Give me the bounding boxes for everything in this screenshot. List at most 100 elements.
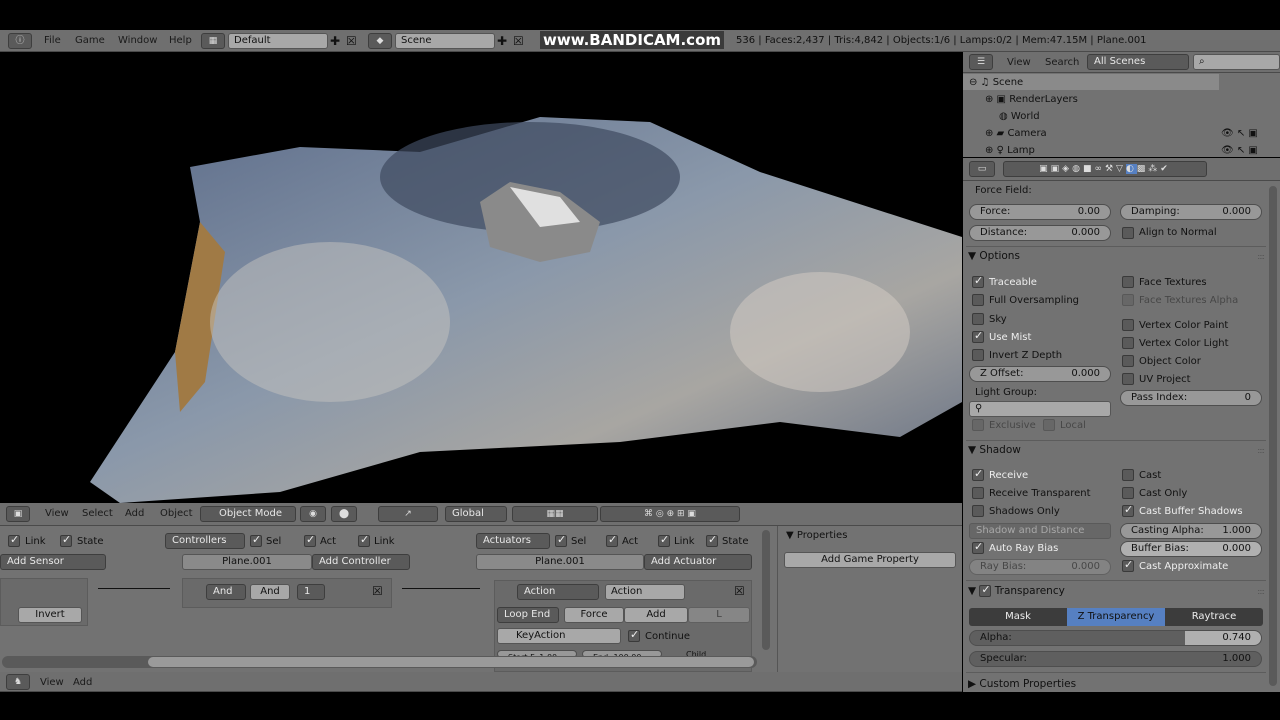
horizontal-scrollbar[interactable] (2, 656, 757, 668)
remove-scene-icon[interactable]: ☒ (513, 34, 524, 48)
mode-select[interactable]: Object Mode (200, 506, 296, 522)
outliner-item-renderlayers[interactable]: ⊕ ▣ RenderLayers (985, 94, 1078, 105)
menu-view[interactable]: View (1007, 57, 1031, 68)
editor-type-icon[interactable]: ▣ (6, 506, 30, 522)
scene-icon[interactable]: ◆ (368, 33, 392, 49)
actuators-select[interactable]: Actuators (476, 533, 550, 549)
layout-icon[interactable]: ▦ (201, 33, 225, 49)
search-icon: ⌕ (1199, 56, 1205, 67)
action-field[interactable]: KeyAction (497, 628, 621, 644)
info-editor-icon[interactable]: ⓘ (8, 33, 32, 49)
menu-view[interactable]: View (45, 508, 69, 519)
local-button[interactable]: L (688, 607, 750, 623)
outliner-item-scene[interactable]: ⊖ ♫ Scene (969, 77, 1023, 88)
ctrl-sel-label: Sel (266, 536, 282, 547)
add-button[interactable]: Add (624, 607, 688, 623)
ctrl-act-label: Act (320, 536, 337, 547)
actuator-name-input[interactable]: Action (605, 584, 685, 600)
logic-editor-icon[interactable]: ♞ (6, 674, 30, 690)
vertical-scrollbar[interactable] (762, 530, 770, 650)
layout-select[interactable]: Default (228, 33, 328, 49)
menu-game[interactable]: Game (75, 35, 105, 46)
outliner: ☰ View Search All Scenes ⌕ ⊖ ♫ Scene ⊕ ▣… (963, 52, 1280, 157)
properties-header: ▭ ▣▣◈◍■∞⚒▽◐▩⁂✔ (963, 158, 1280, 181)
snap-icon[interactable]: ⌘ ◎ ⊕ ⊞ ▣ (600, 506, 740, 522)
logic-editor: Link State Add Sensor Invert Controllers… (0, 526, 777, 672)
play-mode-select[interactable]: Loop End (497, 607, 559, 623)
act-state-label: State (722, 536, 749, 547)
menu-add[interactable]: Add (73, 677, 92, 688)
sensor-link-label: Link (25, 536, 46, 547)
link-line (402, 588, 480, 589)
menu-view[interactable]: View (40, 677, 64, 688)
scene-filter-select[interactable]: All Scenes (1087, 54, 1189, 70)
ctrl-sel-checkbox[interactable] (250, 533, 262, 547)
properties-scrollbar[interactable] (1269, 186, 1277, 686)
3d-view-header: ▣ View Select Add Object Object Mode ◉ ⬤… (0, 503, 962, 526)
act-act-checkbox[interactable] (606, 533, 618, 547)
ctrl-act-checkbox[interactable] (304, 533, 316, 547)
outliner-item-lamp[interactable]: ⊕ ♀ Lamp (985, 145, 1035, 156)
item-label: RenderLayers (1009, 94, 1078, 105)
menu-file[interactable]: File (44, 35, 61, 46)
add-layout-icon[interactable]: ✚ (330, 34, 340, 48)
invert-button[interactable]: Invert (18, 607, 82, 623)
act-link-checkbox[interactable] (658, 533, 670, 547)
outliner-item-world[interactable]: ◍ World (999, 111, 1040, 122)
actuator-object: Plane.001 (476, 554, 644, 570)
item-label: Scene (992, 77, 1024, 88)
menu-help[interactable]: Help (169, 35, 192, 46)
item-label: Lamp (1007, 145, 1035, 156)
act-state-checkbox[interactable] (706, 533, 718, 547)
menu-add[interactable]: Add (125, 508, 144, 519)
menu-select[interactable]: Select (82, 508, 113, 519)
act-sel-checkbox[interactable] (555, 533, 567, 547)
visibility-icon[interactable]: 👁 ↖ ▣ (1221, 128, 1258, 139)
controller-type-select[interactable]: And (206, 584, 246, 600)
controller-state[interactable]: 1 (297, 584, 325, 600)
info-header: ⓘ File Game Window Help ▦ Default ✚ ☒ ◆ … (0, 30, 1280, 52)
context-tabs[interactable]: ▣▣◈◍■∞⚒▽◐▩⁂✔ (1003, 161, 1207, 177)
pivot-icon[interactable]: ⬤ (331, 506, 357, 522)
force-button[interactable]: Force (564, 607, 624, 623)
properties-icon[interactable]: ▭ (969, 161, 995, 177)
outliner-icon[interactable]: ☰ (969, 54, 993, 70)
controllers-select[interactable]: Controllers (165, 533, 245, 549)
remove-layout-icon[interactable]: ☒ (346, 34, 357, 48)
add-controller-select[interactable]: Add Controller (312, 554, 410, 570)
controller-object: Plane.001 (182, 554, 312, 570)
menu-search[interactable]: Search (1045, 57, 1079, 68)
controller-name-input[interactable]: And (250, 584, 290, 600)
add-scene-icon[interactable]: ✚ (497, 34, 507, 48)
properties-editor: ▭ ▣▣◈◍■∞⚒▽◐▩⁂✔ (963, 158, 1280, 692)
sensor-state-label: State (77, 536, 104, 547)
add-sensor-select[interactable]: Add Sensor (0, 554, 106, 570)
outliner-item-camera[interactable]: ⊕ ▰ Camera (985, 128, 1047, 139)
act-link-label: Link (674, 536, 695, 547)
logic-footer: ♞ View Add (0, 672, 962, 692)
visibility-icon[interactable]: 👁 ↖ ▣ (1221, 145, 1258, 156)
scene-select[interactable]: Scene (395, 33, 495, 49)
shading-icon[interactable]: ◉ (300, 506, 326, 522)
properties-title: Properties (796, 530, 848, 541)
3d-viewport[interactable] (0, 52, 962, 503)
menu-object[interactable]: Object (160, 508, 193, 519)
close-icon[interactable]: ☒ (372, 584, 383, 598)
continue-checkbox[interactable] (628, 628, 640, 642)
layers-icon[interactable]: ▦▦ (512, 506, 598, 522)
link-line (98, 588, 170, 589)
add-actuator-select[interactable]: Add Actuator (644, 554, 752, 570)
ctrl-link-label: Link (374, 536, 395, 547)
sensor-link-checkbox[interactable] (8, 533, 20, 547)
close-icon[interactable]: ☒ (734, 584, 745, 598)
game-properties-panel: ▼ Properties Add Game Property (777, 526, 962, 672)
sensor-state-checkbox[interactable] (60, 533, 72, 547)
menu-window[interactable]: Window (118, 35, 157, 46)
orientation-select[interactable]: Global (445, 506, 507, 522)
ctrl-link-checkbox[interactable] (358, 533, 370, 547)
manipulator-icon[interactable]: ↗ (378, 506, 438, 522)
terrain-mesh (90, 117, 962, 503)
actuator-type-select[interactable]: Action (517, 584, 599, 600)
add-game-property-button[interactable]: Add Game Property (784, 552, 956, 568)
search-input[interactable]: ⌕ (1193, 54, 1280, 70)
